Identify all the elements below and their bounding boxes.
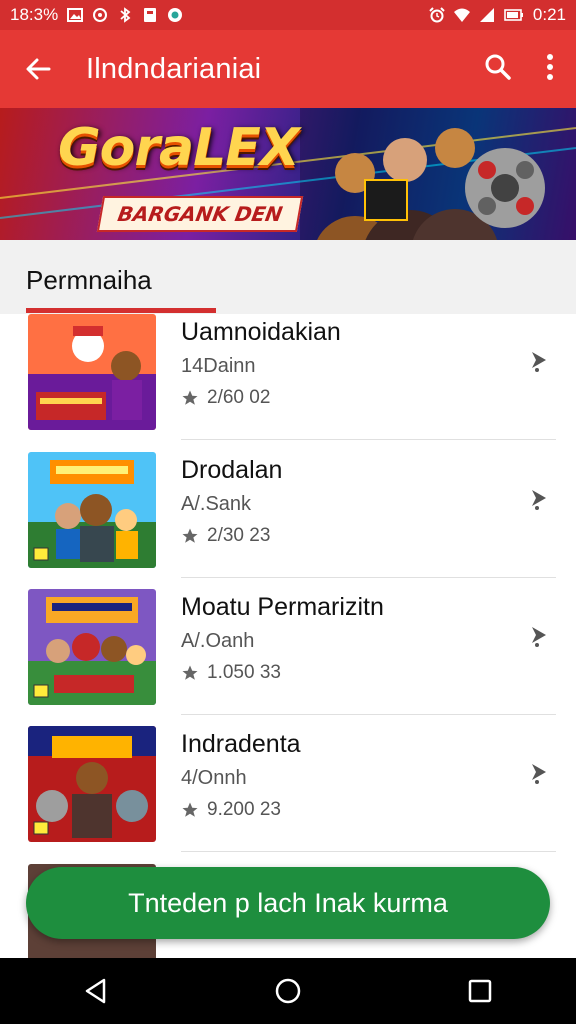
rating-value: 1.050 33 — [207, 662, 281, 683]
list-item[interactable]: Drodalan A/.Sank 2/30 23 — [0, 440, 576, 578]
bluetooth-icon — [120, 7, 131, 23]
item-action-icon[interactable] — [528, 484, 552, 514]
item-subtitle: 14Dainn — [181, 355, 256, 377]
promo-banner[interactable]: GoraLEX BARGANK DEN — [0, 108, 576, 240]
nav-back-button[interactable] — [76, 971, 116, 1011]
signal-icon — [479, 8, 494, 22]
app-notification-icon — [168, 8, 183, 22]
notification-icon — [144, 8, 157, 22]
item-subtitle: A/.Sank — [181, 493, 252, 515]
star-icon — [182, 665, 198, 680]
star-icon — [182, 528, 198, 543]
search-icon — [485, 54, 511, 80]
banner-title: GoraLEX — [58, 118, 300, 178]
wifi-icon — [453, 8, 470, 22]
item-rating: 1.050 33 — [181, 662, 281, 684]
sync-icon — [93, 8, 108, 22]
item-action-icon[interactable] — [528, 621, 552, 651]
system-nav-bar — [0, 958, 576, 1024]
game-thumbnail — [28, 452, 156, 568]
battery-icon — [504, 9, 523, 21]
recents-square-icon — [468, 979, 492, 1003]
item-title: Drodalan — [181, 456, 283, 484]
back-button[interactable] — [24, 55, 52, 83]
item-rating: 2/30 23 — [181, 525, 270, 547]
nav-home-button[interactable] — [268, 971, 308, 1011]
item-action-icon[interactable] — [528, 346, 552, 376]
back-arrow-icon — [26, 58, 51, 80]
rating-value: 2/60 02 — [207, 387, 271, 408]
rating-value: 9.200 23 — [207, 799, 281, 820]
star-icon — [182, 802, 198, 817]
status-bar: 18:3% 0:21 — [0, 0, 576, 30]
app-bar: Ilndndarianiai — [0, 30, 576, 108]
search-button[interactable] — [484, 53, 512, 86]
star-icon — [182, 390, 198, 405]
primary-action-button[interactable]: Tnteden p lach Inak kurma — [26, 867, 550, 939]
game-thumbnail — [28, 314, 156, 430]
item-action-icon[interactable] — [528, 758, 552, 788]
nav-recents-button[interactable] — [460, 971, 500, 1011]
status-time: 0:21 — [532, 5, 566, 24]
app-title: Ilndndarianiai — [86, 52, 262, 85]
item-subtitle: A/.Oanh — [181, 630, 255, 652]
status-time-left: 18:3% — [10, 5, 59, 24]
item-title: Uamnoidakian — [181, 318, 341, 346]
item-title: Moatu Permarizitn — [181, 593, 384, 621]
item-title: Indradenta — [181, 730, 301, 758]
alarm-icon — [429, 7, 445, 23]
tab-permnaiha[interactable]: Permnaiha — [26, 265, 152, 296]
overflow-menu-button[interactable] — [546, 53, 554, 86]
banner-subtitle: BARGANK DEN — [96, 196, 304, 232]
list-item[interactable]: Indradenta 4/Onnh 9.200 23 — [0, 714, 576, 852]
home-circle-icon — [275, 978, 301, 1004]
game-thumbnail — [28, 726, 156, 842]
item-subtitle: 4/Onnh — [181, 767, 247, 789]
item-rating: 2/60 02 — [181, 387, 270, 409]
list-item[interactable]: Uamnoidakian 14Dainn 2/60 02 — [0, 302, 576, 440]
back-triangle-icon — [85, 978, 106, 1004]
item-rating: 9.200 23 — [181, 799, 281, 821]
rating-value: 2/30 23 — [207, 525, 271, 546]
game-thumbnail — [28, 589, 156, 705]
more-vert-icon — [547, 53, 553, 80]
list-item[interactable]: Moatu Permarizitn A/.Oanh 1.050 33 — [0, 577, 576, 715]
gallery-icon — [67, 8, 84, 22]
